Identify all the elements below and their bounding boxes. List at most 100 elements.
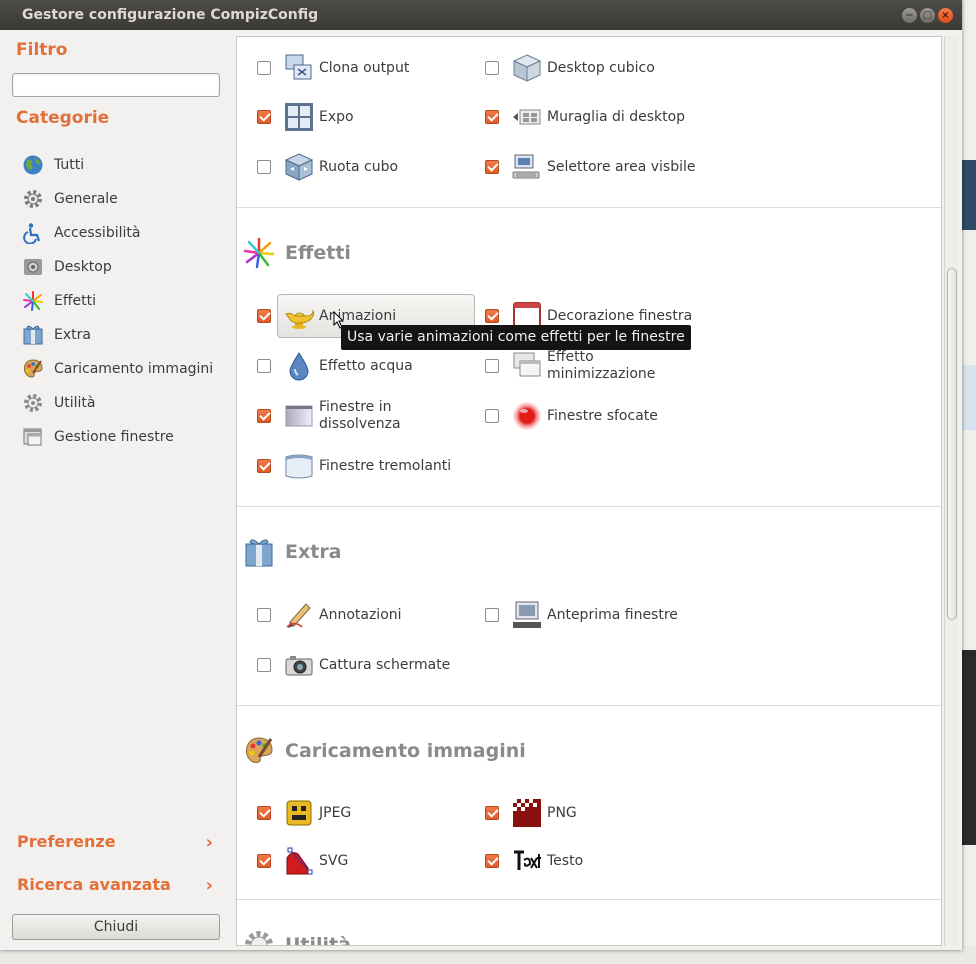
category-gestione-finestre[interactable]: Gestione finestre — [22, 420, 213, 454]
background-fragment — [962, 160, 976, 230]
plugin-name: SVG — [319, 852, 349, 869]
plugin-svg[interactable]: SVG — [257, 841, 469, 881]
maximize-button[interactable]: □ — [920, 8, 935, 23]
advanced-search-expander[interactable]: Ricerca avanzata › — [17, 875, 217, 896]
plugin-name: Selettore area visbile — [547, 158, 696, 175]
palette-icon — [22, 358, 44, 380]
plugin-name: Cattura schermate — [319, 656, 451, 673]
plugin-jpeg[interactable]: JPEG — [257, 793, 469, 833]
plugin-name: Finestre sfocate — [547, 407, 658, 424]
cube-icon — [511, 52, 543, 84]
plugin-checkbox[interactable] — [485, 608, 499, 622]
plugin-checkbox[interactable] — [485, 110, 499, 124]
plugin-checkbox[interactable] — [485, 160, 499, 174]
plugin-checkbox[interactable] — [485, 359, 499, 373]
section-separator — [237, 506, 941, 507]
compizconfig-window: Gestore configurazione CompizConfig − □ … — [0, 0, 962, 950]
plugin-checkbox[interactable] — [257, 806, 271, 820]
plugin-checkbox[interactable] — [257, 359, 271, 373]
plugin-finestre-tremolanti[interactable]: Finestre tremolanti — [257, 446, 469, 486]
plugin-checkbox[interactable] — [257, 854, 271, 868]
plugin-finestre-in-dissolvenza[interactable]: Finestre in dissolvenza — [257, 396, 469, 436]
category-extra[interactable]: Extra — [22, 318, 213, 352]
section-title: Effetti — [285, 242, 351, 264]
plugin-cattura-schermate[interactable]: Cattura schermate — [257, 645, 469, 685]
plugin-name: Decorazione finestra — [547, 307, 693, 324]
category-label: Tutti — [54, 157, 85, 173]
plugin-checkbox[interactable] — [257, 309, 271, 323]
window-preview-icon — [511, 599, 543, 631]
plugin-checkbox[interactable] — [257, 409, 271, 423]
desktop-wall-icon — [511, 101, 543, 133]
preferences-label: Preferenze — [17, 832, 116, 851]
close-window-button[interactable]: × — [938, 8, 953, 23]
category-tutti[interactable]: Tutti — [22, 148, 213, 182]
category-label: Accessibilità — [54, 225, 141, 241]
plugin-checkbox[interactable] — [257, 658, 271, 672]
plugin-checkbox[interactable] — [257, 608, 271, 622]
plugin-checkbox[interactable] — [485, 806, 499, 820]
close-button[interactable]: Chiudi — [12, 914, 220, 940]
plugin-checkbox[interactable] — [485, 61, 499, 75]
plugin-checkbox[interactable] — [257, 160, 271, 174]
plugin-name: JPEG — [319, 804, 352, 821]
plugin-selettore-area-visibile[interactable]: Selettore area visbile — [485, 147, 697, 187]
section-effetti: Effetti — [243, 237, 351, 269]
category-accessibilita[interactable]: Accessibilità — [22, 216, 213, 250]
utility-gear-icon — [243, 929, 275, 945]
plugin-checkbox[interactable] — [257, 61, 271, 75]
water-drop-icon — [283, 350, 315, 382]
plugin-checkbox[interactable] — [485, 854, 499, 868]
category-desktop[interactable]: Desktop — [22, 250, 213, 284]
window-title: Gestore configurazione CompizConfig — [22, 7, 319, 23]
category-caricamento-immagini[interactable]: Caricamento immagini — [22, 352, 213, 386]
section-separator — [237, 705, 941, 706]
category-utilita[interactable]: Utilità — [22, 386, 213, 420]
category-label: Extra — [54, 327, 91, 343]
section-title: Caricamento immagini — [285, 740, 526, 762]
vertical-scrollbar[interactable] — [944, 36, 958, 946]
camera-icon — [283, 649, 315, 681]
plugin-checkbox[interactable] — [257, 459, 271, 473]
minimize-effect-icon — [511, 350, 543, 382]
plugin-name: Ruota cubo — [319, 158, 399, 175]
plugin-checkbox[interactable] — [257, 110, 271, 124]
plugin-expo[interactable]: Expo — [257, 97, 469, 137]
extra-icon — [243, 536, 275, 568]
preferences-expander[interactable]: Preferenze › — [17, 832, 217, 853]
sidebar: Filtro Categorie Tutti Generale Accessib… — [0, 30, 234, 950]
plugin-finestre-sfocate[interactable]: Finestre sfocate — [485, 396, 697, 436]
minimize-button[interactable]: − — [902, 8, 917, 23]
plugin-muraglia-di-desktop[interactable]: Muraglia di desktop — [485, 97, 697, 137]
plugin-effetto-acqua[interactable]: Effetto acqua — [257, 346, 469, 386]
svg-icon — [283, 845, 315, 877]
title-bar[interactable]: Gestore configurazione CompizConfig − □ … — [0, 0, 962, 30]
section-title: Extra — [285, 541, 342, 563]
plugin-name: Effetto acqua — [319, 357, 413, 374]
plugin-ruota-cubo[interactable]: Ruota cubo — [257, 147, 469, 187]
rotate-cube-icon — [283, 151, 315, 183]
category-generale[interactable]: Generale — [22, 182, 213, 216]
blur-icon — [511, 400, 543, 432]
plugin-png[interactable]: PNG — [485, 793, 697, 833]
filter-input[interactable] — [12, 73, 220, 97]
plugin-effetto-minimizzazione[interactable]: Effetto minimizzazione — [485, 346, 697, 386]
plugin-annotazioni[interactable]: Annotazioni — [257, 595, 469, 635]
plugin-name: Expo — [319, 108, 354, 125]
filter-heading: Filtro — [16, 40, 68, 60]
expo-icon — [283, 101, 315, 133]
plugin-desktop-cubico[interactable]: Desktop cubico — [485, 48, 697, 88]
annotate-pencil-icon — [283, 599, 315, 631]
window-management-icon — [22, 426, 44, 448]
background-fragment — [962, 365, 976, 430]
wobbly-windows-icon — [283, 450, 315, 482]
plugin-anteprima-finestre[interactable]: Anteprima finestre — [485, 595, 697, 635]
category-effetti[interactable]: Effetti — [22, 284, 213, 318]
plugin-testo[interactable]: Testo — [485, 841, 697, 881]
desktop-icon — [22, 256, 44, 278]
plugin-checkbox[interactable] — [485, 309, 499, 323]
scrollbar-thumb[interactable] — [947, 268, 957, 620]
category-label: Utilità — [54, 395, 96, 411]
plugin-checkbox[interactable] — [485, 409, 499, 423]
plugin-clona-output[interactable]: Clona output — [257, 48, 469, 88]
